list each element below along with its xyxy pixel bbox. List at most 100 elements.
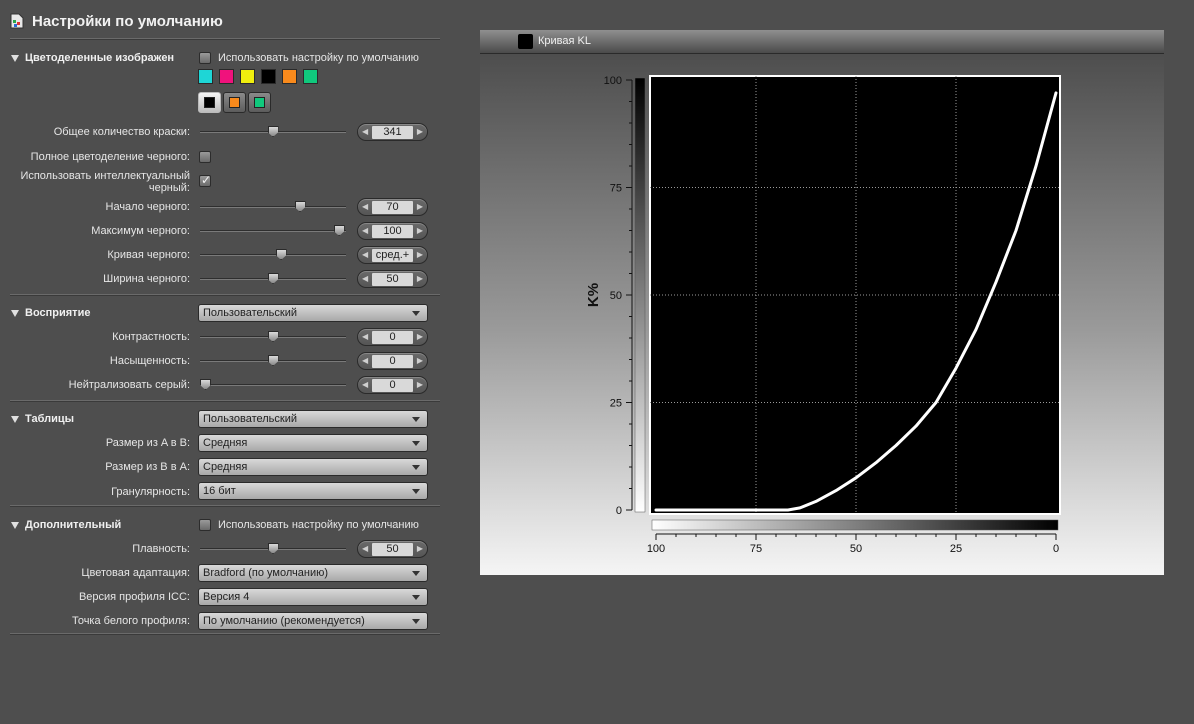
ink-swatch	[303, 69, 318, 84]
horizontal-gradient-bar	[651, 519, 1059, 531]
section-title: Восприятие	[25, 307, 91, 319]
spin-left-icon[interactable]: ◀	[362, 332, 368, 341]
black-max-value[interactable]: 100	[372, 225, 413, 238]
ink-select-button[interactable]	[223, 92, 246, 113]
adaptation-dropdown[interactable]: Bradford (по умолчанию)	[198, 564, 428, 582]
section-title: Цветоделенные изображен	[25, 52, 175, 64]
spin-right-icon[interactable]: ▶	[417, 127, 423, 136]
granularity-dropdown[interactable]: 16 бит	[198, 482, 428, 500]
smoothness-spinbox[interactable]: ◀ 50 ▶	[357, 540, 428, 558]
adaptation-value: Bradford (по умолчанию)	[203, 567, 329, 579]
ink-select-button[interactable]	[248, 92, 271, 113]
smoothness-label: Плавность:	[132, 543, 190, 555]
x-tick-label: 100	[647, 543, 665, 555]
perception-preset-dropdown[interactable]: Пользовательский	[198, 304, 428, 322]
smoothness-value[interactable]: 50	[372, 543, 413, 556]
white-point-value: По умолчанию (рекомендуется)	[203, 615, 365, 627]
white-point-dropdown[interactable]: По умолчанию (рекомендуется)	[198, 612, 428, 630]
black-start-slider-track[interactable]	[200, 206, 346, 208]
a2b-dropdown[interactable]: Средняя	[198, 434, 428, 452]
smart-black-label-line1: Использовать интеллектуальный	[20, 170, 190, 182]
full-black-label: Полное цветоделение черного:	[30, 151, 190, 163]
spin-left-icon[interactable]: ◀	[362, 127, 368, 136]
total-ink-spinbox[interactable]: ◀ 341 ▶	[357, 123, 428, 141]
adaptation-label: Цветовая адаптация:	[81, 567, 190, 579]
neutral-gray-value[interactable]: 0	[372, 379, 413, 392]
spin-right-icon[interactable]: ▶	[417, 226, 423, 235]
neutral-gray-slider-track[interactable]	[200, 384, 346, 386]
neutral-gray-label: Нейтрализовать серый:	[68, 379, 190, 391]
spin-right-icon[interactable]: ▶	[417, 544, 423, 553]
black-ink-icon	[518, 34, 533, 49]
smoothness-slider-thumb[interactable]	[267, 543, 279, 554]
contrast-spinbox[interactable]: ◀ 0 ▶	[357, 328, 428, 346]
black-max-slider-thumb[interactable]	[333, 225, 345, 236]
icc-version-dropdown[interactable]: Версия 4	[198, 588, 428, 606]
spin-right-icon[interactable]: ▶	[417, 202, 423, 211]
spin-left-icon[interactable]: ◀	[362, 226, 368, 235]
collapse-triangle-icon[interactable]	[11, 415, 19, 423]
kl-curve-titlebar: Кривая KL	[480, 30, 1164, 54]
contrast-slider-thumb[interactable]	[267, 331, 279, 342]
neutral-gray-slider-thumb[interactable]	[200, 379, 211, 390]
advanced-use-default-checkbox[interactable]	[199, 519, 211, 531]
black-start-value[interactable]: 70	[372, 201, 413, 214]
spin-left-icon[interactable]: ◀	[362, 356, 368, 365]
spin-left-icon[interactable]: ◀	[362, 274, 368, 283]
saturation-spinbox[interactable]: ◀ 0 ▶	[357, 352, 428, 370]
collapse-triangle-icon[interactable]	[11, 54, 19, 62]
granularity-label: Гранулярность:	[111, 486, 190, 498]
saturation-slider-thumb[interactable]	[267, 355, 279, 366]
black-max-label: Максимум черного:	[91, 225, 190, 237]
black-curve-label: Кривая черного:	[107, 249, 190, 261]
black-start-spinbox[interactable]: ◀ 70 ▶	[357, 198, 428, 216]
black-width-label: Ширина черного:	[103, 273, 190, 285]
black-curve-slider-track[interactable]	[200, 254, 346, 256]
black-max-slider-track[interactable]	[200, 230, 346, 232]
black-curve-slider-thumb[interactable]	[275, 249, 287, 260]
spin-left-icon[interactable]: ◀	[362, 250, 368, 259]
icc-version-label: Версия профиля ICC:	[78, 591, 190, 603]
contrast-label: Контрастность:	[112, 331, 190, 343]
dropdown-arrow-icon	[412, 619, 420, 624]
section-header-advanced[interactable]: Дополнительный	[11, 519, 121, 531]
spin-right-icon[interactable]: ▶	[417, 274, 423, 283]
advanced-use-default-label: Использовать настройку по умолчанию	[218, 519, 419, 531]
section-header-tables[interactable]: Таблицы	[11, 413, 74, 425]
black-curve-spinbox[interactable]: ◀ сред.+ ▶	[357, 246, 428, 264]
spin-right-icon[interactable]: ▶	[417, 332, 423, 341]
smart-black-checkbox[interactable]: ✓	[199, 173, 212, 187]
icc-version-value: Версия 4	[203, 591, 250, 603]
section-header-perception[interactable]: Восприятие	[11, 307, 90, 319]
black-curve-value[interactable]: сред.+	[372, 249, 413, 262]
ink-select-button[interactable]	[198, 92, 221, 113]
black-start-slider-thumb[interactable]	[294, 201, 306, 212]
ink-color-chip	[254, 97, 265, 108]
total-ink-label: Общее количество краски:	[53, 126, 190, 138]
black-width-slider-thumb[interactable]	[267, 273, 279, 284]
total-ink-slider-thumb[interactable]	[267, 126, 279, 137]
separations-use-default-checkbox[interactable]	[199, 52, 211, 64]
spin-right-icon[interactable]: ▶	[417, 250, 423, 259]
collapse-triangle-icon[interactable]	[11, 309, 19, 317]
black-max-spinbox[interactable]: ◀ 100 ▶	[357, 222, 428, 240]
collapse-triangle-icon[interactable]	[11, 521, 19, 529]
spin-left-icon[interactable]: ◀	[362, 202, 368, 211]
spin-right-icon[interactable]: ▶	[417, 380, 423, 389]
total-ink-value[interactable]: 341	[372, 126, 413, 139]
spin-right-icon[interactable]: ▶	[417, 356, 423, 365]
black-width-spinbox[interactable]: ◀ 50 ▶	[357, 270, 428, 288]
black-width-value[interactable]: 50	[372, 273, 413, 286]
section-header-separations[interactable]: Цветоделенные изображен	[11, 52, 174, 64]
checkmark-icon: ✓	[201, 173, 212, 187]
tables-preset-dropdown[interactable]: Пользовательский	[198, 410, 428, 428]
spin-left-icon[interactable]: ◀	[362, 380, 368, 389]
page-title: Настройки по умолчанию	[32, 13, 223, 30]
neutral-gray-spinbox[interactable]: ◀ 0 ▶	[357, 376, 428, 394]
full-black-checkbox[interactable]	[199, 151, 211, 163]
saturation-value[interactable]: 0	[372, 355, 413, 368]
contrast-value[interactable]: 0	[372, 331, 413, 344]
b2a-dropdown[interactable]: Средняя	[198, 458, 428, 476]
spin-left-icon[interactable]: ◀	[362, 544, 368, 553]
ink-color-chip	[229, 97, 240, 108]
